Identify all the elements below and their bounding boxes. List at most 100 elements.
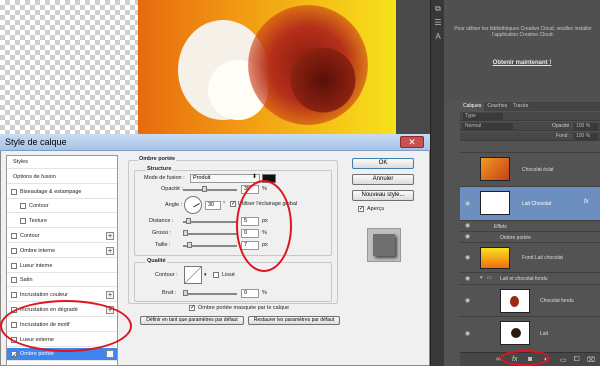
dialog-title: Style de calque	[0, 134, 430, 151]
style-list-label: Ombre interne	[20, 247, 56, 254]
spread-slider[interactable]	[183, 233, 237, 235]
folder-icon[interactable]: ▭	[560, 356, 567, 364]
ok-button[interactable]: OK	[352, 158, 414, 169]
angle-dial[interactable]	[184, 196, 202, 214]
style-list-item[interactable]: Satin	[7, 274, 117, 288]
spread-slider-thumb[interactable]	[183, 230, 188, 236]
style-checkbox[interactable]	[11, 188, 17, 195]
cancel-button[interactable]: Annuler	[352, 174, 414, 185]
style-checkbox[interactable]	[11, 247, 17, 254]
layer-filter-row: Type	[460, 112, 600, 121]
eye-icon[interactable]: ◉	[465, 201, 472, 207]
style-checkbox[interactable]	[11, 233, 17, 239]
blend-mode-select[interactable]: Produit	[190, 174, 260, 183]
close-button[interactable]: ✕	[400, 136, 424, 148]
style-list-item[interactable]: Texture	[7, 215, 117, 229]
add-effect-icon[interactable]: +	[106, 291, 114, 300]
tab-layers[interactable]: Calques	[460, 102, 485, 111]
tab-channels[interactable]: Couches	[484, 102, 510, 111]
opacity-slider-thumb[interactable]	[202, 186, 207, 192]
layer-name: Fond Lait chocolat	[522, 255, 563, 261]
style-checkbox[interactable]	[20, 218, 26, 225]
eye-icon[interactable]: ◉	[465, 255, 472, 261]
angle-input[interactable]: 30	[205, 201, 221, 210]
layer-row[interactable]: ◉ Fond Lait chocolat	[460, 242, 600, 272]
chevron-down-icon[interactable]: ▾	[204, 272, 207, 278]
knockout-checkbox[interactable]: ✓	[189, 305, 195, 311]
layer-row[interactable]: Chocolat éclat	[460, 152, 600, 186]
libraries-panel: Pour utiliser les bibliothèques Creative…	[444, 0, 600, 100]
properties-icon[interactable]: ☰	[433, 18, 443, 28]
layer-thumbnail	[480, 191, 510, 215]
style-list-item[interactable]: Ombre interne +	[7, 245, 117, 258]
layer-opacity-label: Opacité :	[552, 123, 573, 129]
drop-shadow-title: Ombre portée	[138, 156, 177, 162]
drop-shadow-effect-row[interactable]: ◉ Ombre portée	[460, 231, 600, 242]
layer-filter-select[interactable]: Type	[463, 113, 503, 120]
reset-default-button[interactable]: Restaurer les paramètres par défaut	[248, 316, 340, 325]
character-icon[interactable]: A	[433, 32, 443, 42]
style-checkbox[interactable]	[11, 262, 17, 269]
layers-panel-tabs: Calques Couches Tracés	[460, 102, 600, 111]
style-list-label: Texture	[29, 218, 48, 225]
noise-slider-thumb[interactable]	[183, 290, 188, 296]
trash-icon[interactable]: ⌧	[587, 356, 595, 364]
style-list-label: Styles	[13, 159, 28, 165]
eye-icon[interactable]: ◉	[465, 223, 472, 229]
layer-opacity-input[interactable]: 100 %	[574, 123, 598, 130]
style-list-item[interactable]: Biseautage & estampage	[7, 186, 117, 199]
add-effect-icon[interactable]: +	[106, 350, 114, 359]
distance-label: Distance :	[149, 218, 174, 224]
blend-mode-label: Mode de fusion :	[144, 175, 185, 181]
quality-title: Qualité	[146, 258, 167, 264]
noise-unit: %	[262, 290, 267, 296]
style-list-item[interactable]: Styles	[7, 156, 117, 169]
global-light-checkbox[interactable]: ✓	[230, 201, 236, 207]
eye-icon[interactable]: ◉	[465, 276, 472, 282]
new-layer-icon[interactable]: ⧠	[574, 356, 580, 364]
make-default-button[interactable]: Définir en tant que paramètres par défau…	[140, 316, 244, 325]
style-checkbox[interactable]	[20, 203, 26, 210]
layer-row[interactable]: ◉ Chocolat fondu	[460, 284, 600, 316]
layer-name: Lait Chocolat	[522, 201, 552, 207]
distance-slider[interactable]	[183, 221, 237, 223]
layer-fill-input[interactable]: 100 %	[574, 133, 598, 140]
eye-icon[interactable]: ◉	[465, 331, 472, 337]
distance-slider-thumb[interactable]	[186, 218, 191, 224]
antialias-label: Lissé	[222, 272, 235, 278]
add-effect-icon[interactable]: +	[106, 232, 114, 240]
new-style-button[interactable]: Nouveau style...	[352, 190, 414, 201]
layer-row-selected[interactable]: ◉ Lait Chocolat fx	[460, 186, 600, 220]
antialias-checkbox[interactable]	[213, 272, 219, 278]
contour-preview[interactable]	[184, 266, 202, 284]
layer-row[interactable]: ◉ Lait	[460, 316, 600, 350]
style-list-item[interactable]: Contour	[7, 200, 117, 214]
style-list-label: Contour	[29, 203, 49, 210]
noise-slider[interactable]	[183, 293, 237, 295]
eye-icon[interactable]: ◉	[465, 298, 472, 304]
add-effect-icon[interactable]: +	[106, 246, 114, 255]
tab-paths[interactable]: Tracés	[510, 102, 531, 111]
style-list-label: Contour	[20, 233, 40, 239]
noise-input[interactable]: 0	[241, 289, 259, 298]
structure-title: Structure	[146, 166, 173, 172]
history-icon[interactable]: ⧉	[433, 4, 443, 14]
fx-icon[interactable]: fx	[584, 199, 589, 205]
blend-row: Normal Opacité : 100 %	[460, 122, 600, 131]
group-row[interactable]: ◉ ▾ ▭ Lait et chocolat fondu	[460, 272, 600, 284]
size-slider-thumb[interactable]	[187, 242, 192, 248]
style-list-item[interactable]: Contour +	[7, 230, 117, 243]
layer-name: Lait	[540, 331, 549, 337]
style-list-item[interactable]: Lueur interne	[7, 260, 117, 273]
preview-checkbox[interactable]: ✓	[358, 206, 364, 212]
style-list-item[interactable]: Options de fusion	[7, 171, 117, 184]
eye-icon[interactable]: ◉	[465, 234, 472, 240]
get-now-link[interactable]: Obtenir maintenant !	[444, 60, 600, 66]
chevron-down-icon[interactable]: ▾	[480, 275, 483, 281]
style-checkbox[interactable]	[11, 277, 17, 284]
effect-name: Ombre portée	[500, 235, 531, 241]
layer-blend-select[interactable]: Normal	[463, 123, 513, 130]
opacity-slider[interactable]	[183, 189, 237, 191]
style-checkbox[interactable]	[11, 350, 17, 362]
style-checkbox[interactable]	[11, 292, 17, 299]
